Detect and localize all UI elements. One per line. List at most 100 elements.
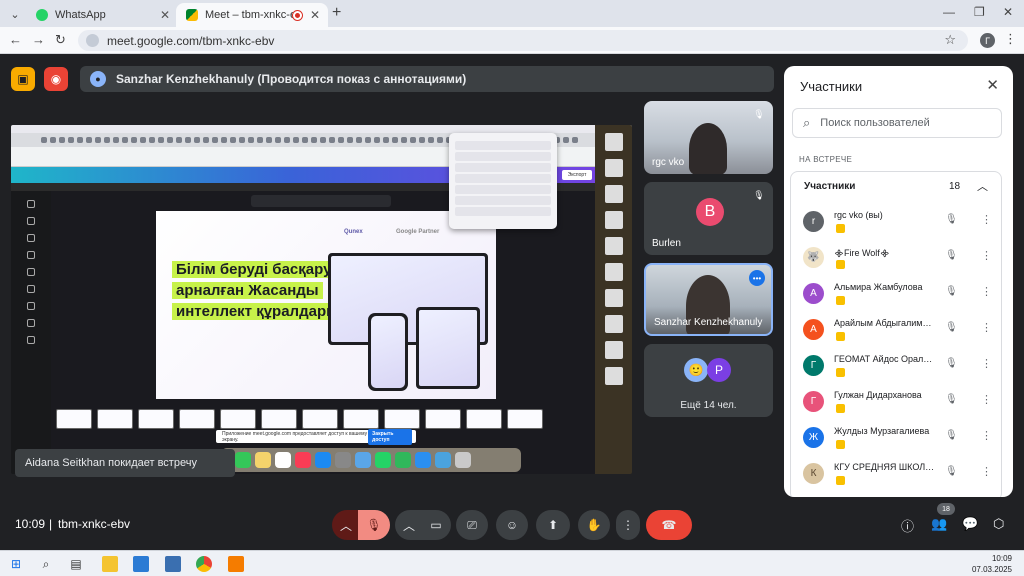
- tab-close-icon[interactable]: ✕: [310, 8, 320, 22]
- mic-options-chevron-icon[interactable]: ︿: [332, 510, 360, 540]
- video-feed: [689, 123, 727, 174]
- more-vert-icon[interactable]: ⋮: [981, 249, 992, 262]
- browser-menu-icon[interactable]: ⋮: [1004, 31, 1017, 47]
- app-icon[interactable]: [165, 556, 181, 572]
- presenting-banner: ● Sanzhar Kenzhekhanuly (Проводится пока…: [80, 66, 774, 92]
- participant-tile-more[interactable]: 🙂 P Ещё 14 чел.: [644, 344, 773, 417]
- participant-row[interactable]: К КГУ СРЕДНЯЯ ШКОЛА №1 🎙 ⋮: [791, 456, 1001, 492]
- tab-meet[interactable]: Meet – tbm-xnkc-ebv ✕: [176, 3, 328, 27]
- app-icon[interactable]: [228, 556, 244, 572]
- reload-icon[interactable]: ↻: [55, 32, 66, 48]
- bookmark-star-icon[interactable]: ☆: [944, 32, 956, 48]
- camera-options-chevron-icon[interactable]: ︿: [395, 510, 423, 540]
- mac-dock: [221, 448, 521, 472]
- section-label: НА ВСТРЕЧЕ: [799, 155, 853, 164]
- more-options-icon[interactable]: ⋮: [616, 510, 640, 540]
- mic-off-icon[interactable]: 🎙: [945, 358, 958, 369]
- meeting-info-icon[interactable]: ⓘ: [901, 516, 914, 535]
- badge-icon: [836, 368, 845, 377]
- hang-up-button[interactable]: ☎: [646, 510, 692, 540]
- participant-row[interactable]: А Арайлым Абдыгалимова 🎙 ⋮: [791, 312, 1001, 348]
- app-icon[interactable]: [133, 556, 149, 572]
- participant-row[interactable]: А Альмира Жамбулова 🎙 ⋮: [791, 276, 1001, 312]
- mic-off-icon[interactable]: 🎙: [945, 214, 958, 225]
- chat-icon[interactable]: 💬: [962, 516, 978, 532]
- system-clock: 10:09 07.03.2025: [972, 553, 1012, 575]
- minimize-icon[interactable]: —: [943, 5, 955, 19]
- raise-hand-button[interactable]: ✋: [578, 510, 610, 540]
- emoji-button[interactable]: ☺: [496, 510, 528, 540]
- participant-name: КГУ СРЕДНЯЯ ШКОЛА №1: [834, 462, 936, 472]
- participant-row[interactable]: Г Гулжан Дидарханова 🎙 ⋮: [791, 384, 1001, 420]
- participant-row[interactable]: 🐺 ᯽Fire Wolf᯽ 🎙 ⋮: [791, 240, 1001, 276]
- new-tab-icon[interactable]: +: [332, 4, 341, 22]
- windows-start-icon[interactable]: ⊞: [8, 556, 24, 572]
- url-field[interactable]: meet.google.com/tbm-xnkc-ebv ☆: [78, 30, 968, 51]
- file-explorer-icon[interactable]: [102, 556, 118, 572]
- more-vert-icon[interactable]: ⋮: [981, 357, 992, 370]
- slide-logo-qunex: Qunex: [344, 229, 363, 235]
- chrome-icon[interactable]: [196, 556, 212, 572]
- recording-icon: [292, 10, 302, 20]
- mic-off-icon[interactable]: 🎙: [945, 430, 958, 441]
- back-icon[interactable]: ←: [9, 32, 22, 47]
- browser-tab-strip: ⌄ WhatsApp ✕ Meet – tbm-xnkc-ebv ✕ + — ❐…: [0, 0, 1024, 27]
- close-icon[interactable]: ✕: [986, 76, 999, 94]
- group-count: 18: [949, 181, 961, 192]
- search-input[interactable]: [820, 117, 991, 129]
- record-icon[interactable]: ◉: [44, 67, 68, 91]
- participant-tile-rgc-vko[interactable]: 🎙 rgc vko: [644, 101, 773, 174]
- people-icon[interactable]: 👥: [931, 516, 947, 532]
- more-vert-icon[interactable]: ⋮: [981, 321, 992, 334]
- more-options-icon[interactable]: •••: [749, 270, 765, 286]
- search-icon[interactable]: ⌕: [38, 556, 54, 572]
- avatar: r: [803, 211, 824, 232]
- captions-button[interactable]: ⎚: [456, 510, 488, 540]
- more-vert-icon[interactable]: ⋮: [981, 465, 992, 478]
- participant-row[interactable]: r rgc vko (вы) 🎙 ⋮: [791, 204, 1001, 240]
- activities-icon[interactable]: ⬡: [993, 516, 1004, 532]
- address-bar: ← → ↻ meet.google.com/tbm-xnkc-ebv ☆: [0, 27, 1024, 54]
- badge-icon: [836, 224, 845, 233]
- mic-off-button[interactable]: 🎙: [358, 510, 390, 540]
- slide-phone-image: [368, 313, 408, 391]
- tab-whatsapp[interactable]: WhatsApp ✕: [26, 3, 178, 27]
- site-info-icon[interactable]: [86, 34, 99, 47]
- mic-off-icon[interactable]: 🎙: [945, 322, 958, 333]
- mic-off-icon[interactable]: 🎙: [945, 394, 958, 405]
- avatar: Г: [803, 355, 824, 376]
- more-vert-icon[interactable]: ⋮: [981, 285, 992, 298]
- more-vert-icon[interactable]: ⋮: [981, 393, 992, 406]
- badge-icon: [836, 476, 845, 485]
- restore-icon[interactable]: ❐: [974, 5, 985, 19]
- tab-close-icon[interactable]: ✕: [160, 8, 170, 22]
- toast-text: Aidana Seitkhan покидает встречу: [25, 457, 197, 469]
- task-view-icon[interactable]: ▤: [68, 556, 84, 572]
- window-close-icon[interactable]: ✕: [1003, 5, 1013, 19]
- mic-off-icon[interactable]: 🎙: [945, 286, 958, 297]
- more-vert-icon[interactable]: ⋮: [981, 213, 992, 226]
- stop-presenting-icon[interactable]: ▣: [11, 67, 35, 91]
- participant-search[interactable]: ⌕: [792, 108, 1002, 138]
- more-vert-icon[interactable]: ⋮: [981, 429, 992, 442]
- participant-name: ᯽Fire Wolf᯽: [834, 248, 890, 258]
- chevron-up-icon[interactable]: ︿: [977, 178, 988, 194]
- more-participants-label: Ещё 14 чел.: [680, 400, 737, 411]
- participant-row[interactable]: Ж Жулдыз Мурзагалиева 🎙 ⋮: [791, 420, 1001, 456]
- present-screen-button[interactable]: ⬆: [536, 510, 570, 540]
- participant-tile-burlen[interactable]: B 🎙 Burlen: [644, 182, 773, 255]
- notification-toast: Aidana Seitkhan покидает встречу: [15, 449, 235, 477]
- mic-off-icon[interactable]: 🎙: [945, 466, 958, 477]
- participant-row[interactable]: Г ГЕОМАТ Айдос Оралбаев 🎙 ⋮: [791, 348, 1001, 384]
- system-time: 10:09: [991, 554, 1012, 563]
- camera-button[interactable]: ▭: [421, 510, 451, 540]
- avatar: Г: [803, 391, 824, 412]
- mic-off-icon[interactable]: 🎙: [945, 250, 958, 261]
- tab-search-icon[interactable]: ⌄: [6, 5, 24, 23]
- profile-avatar[interactable]: Г: [980, 33, 995, 48]
- group-header[interactable]: Участники 18 ︿: [791, 172, 1001, 202]
- participant-tile-sanzhar[interactable]: ••• Sanzhar Kenzhekhanuly: [644, 263, 773, 336]
- participant-name: Гулжан Дидарханова: [834, 390, 922, 400]
- forward-icon[interactable]: →: [32, 32, 45, 47]
- tile-name: Burlen: [652, 238, 681, 249]
